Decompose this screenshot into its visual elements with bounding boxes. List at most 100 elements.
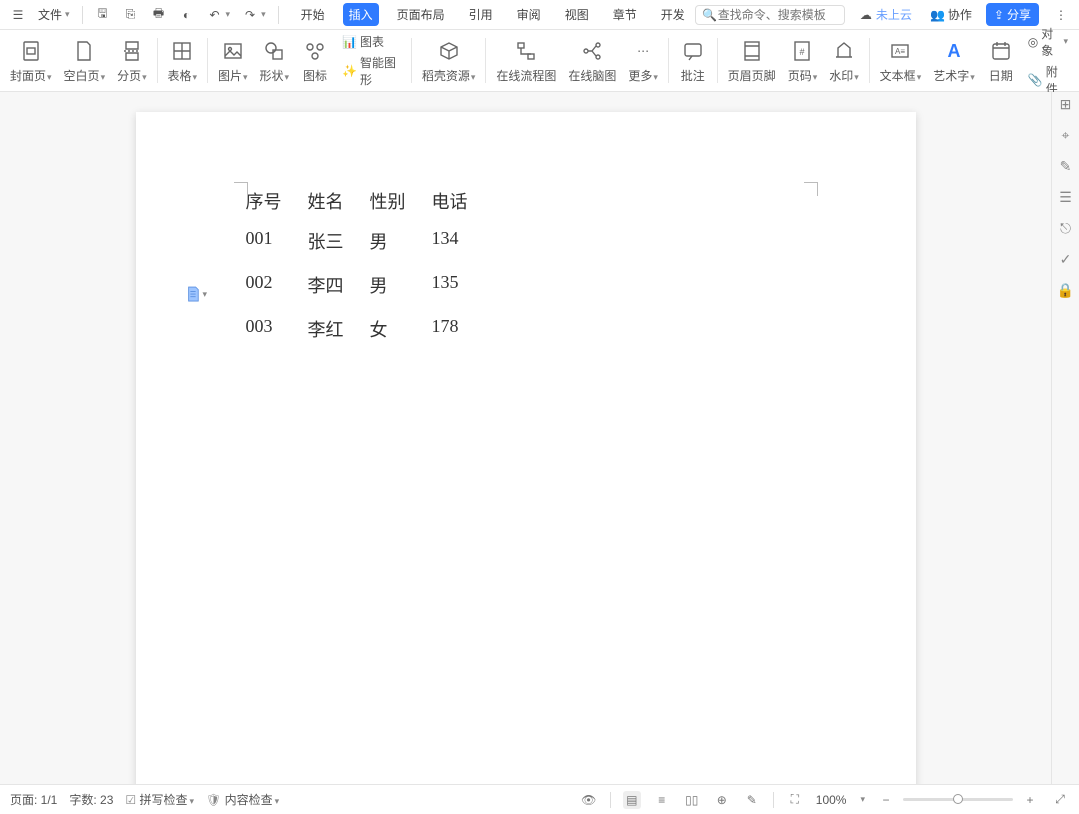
zoom-value[interactable]: 100% xyxy=(816,793,847,807)
redo-button[interactable]: ↷▾ xyxy=(238,5,270,25)
ribbon-insert: 封面页▾ 空白页▾ 分页▾ 表格▾ 图片▾ 形状▾ 图标 📊图表 ✨智能图形 稻… xyxy=(0,30,1079,92)
icon-button[interactable]: 图标 xyxy=(295,30,335,91)
tab-page-layout[interactable]: 页面布局 xyxy=(391,3,451,26)
table-header-row: 序号 姓名 性别 电话 xyxy=(246,188,806,214)
view-web-button[interactable]: ⊕ xyxy=(713,791,731,809)
tab-view[interactable]: 视图 xyxy=(559,3,595,26)
smartart-button[interactable]: ✨智能图形 xyxy=(340,53,402,89)
fullscreen-button[interactable]: ⤢ xyxy=(1051,791,1069,809)
table-row: 003 李红 女 178 xyxy=(246,316,806,342)
content-check-label: 内容检查 xyxy=(225,793,273,807)
document-content: 序号 姓名 性别 电话 001 张三 男 134 002 李四 男 135 xyxy=(246,188,806,342)
content-check-toggle[interactable]: 🛡 内容检查▾ xyxy=(206,791,279,808)
chart-button[interactable]: 📊图表 xyxy=(340,32,402,51)
collab-button[interactable]: 👥协作 xyxy=(926,4,976,25)
view-draft-button[interactable]: ✎ xyxy=(743,791,761,809)
resource-button[interactable]: 稻壳资源▾ xyxy=(416,30,482,91)
saveas-button[interactable]: ⎘ xyxy=(119,5,143,25)
side-tool-style[interactable]: ✎ xyxy=(1060,158,1072,175)
share-label: 分享 xyxy=(1007,6,1031,23)
command-search[interactable]: 🔍 xyxy=(695,5,845,25)
wordart-button[interactable]: A 艺术字▾ xyxy=(927,30,981,91)
document-icon xyxy=(186,286,200,302)
mindmap-button[interactable]: 在线脑图 xyxy=(562,30,622,91)
header-seq: 序号 xyxy=(246,188,292,214)
shape-button[interactable]: 形状▾ xyxy=(254,30,296,91)
comment-icon xyxy=(679,37,707,65)
collab-icon: 👥 xyxy=(930,7,946,23)
watermark-button[interactable]: 水印▾ xyxy=(823,30,865,91)
page-indicator[interactable]: 页面: 1/1 xyxy=(10,791,57,808)
cover-page-icon xyxy=(17,37,45,65)
side-tool-limit[interactable]: ⎋ xyxy=(1060,220,1071,237)
cover-page-button[interactable]: 封面页▾ xyxy=(4,30,58,91)
top-toolbar: ☰ 文件▾ 🖫 ⎘ 🖶 ◐ ↶▾ ↷▾ 开始 插入 页面布局 引用 审阅 视图 … xyxy=(0,0,1079,30)
zoom-out-button[interactable]: − xyxy=(877,791,895,809)
view-outline-button[interactable]: ≡ xyxy=(653,791,671,809)
picture-button[interactable]: 图片▾ xyxy=(212,30,254,91)
paragraph-layout-tag[interactable]: ▾ xyxy=(186,286,208,302)
document-page[interactable]: ▾ 序号 姓名 性别 电话 001 张三 男 134 002 李四 xyxy=(136,112,916,784)
pagenumber-button[interactable]: # 页码▾ xyxy=(782,30,824,91)
cloud-icon: ☁ xyxy=(858,7,874,23)
comment-button[interactable]: 批注 xyxy=(673,30,713,91)
hamburger-menu[interactable]: ☰ xyxy=(6,5,30,25)
tab-references[interactable]: 引用 xyxy=(463,3,499,26)
shape-icon xyxy=(260,37,288,65)
document-canvas[interactable]: ▾ 序号 姓名 性别 电话 001 张三 男 134 002 李四 xyxy=(0,92,1051,784)
divider xyxy=(668,38,669,83)
view-reading-button[interactable]: ▯▯ xyxy=(683,791,701,809)
side-tool-check[interactable]: ✓ xyxy=(1060,251,1072,268)
cloud-label: 未上云 xyxy=(876,6,912,23)
table-button[interactable]: 表格▾ xyxy=(162,30,204,91)
object-button[interactable]: ◎对象▾ xyxy=(1026,24,1070,60)
object-label: 对象 xyxy=(1041,25,1059,59)
ribbon-tabs: 开始 插入 页面布局 引用 审阅 视图 章节 开发 xyxy=(295,3,691,26)
tab-start[interactable]: 开始 xyxy=(295,3,331,26)
zoom-slider[interactable]: − + xyxy=(877,791,1039,809)
headerfooter-button[interactable]: 页眉页脚 xyxy=(722,30,782,91)
tab-section[interactable]: 章节 xyxy=(607,3,643,26)
flowchart-button[interactable]: 在线流程图 xyxy=(490,30,562,91)
side-tool-nav[interactable]: ☰ xyxy=(1059,189,1072,206)
tab-review[interactable]: 审阅 xyxy=(511,3,547,26)
view-page-button[interactable]: ▤ xyxy=(623,791,641,809)
tab-developer[interactable]: 开发 xyxy=(655,3,691,26)
picture-label: 图片 xyxy=(218,69,242,83)
zoom-in-button[interactable]: + xyxy=(1021,791,1039,809)
table-row: 001 张三 男 134 xyxy=(246,228,806,254)
fit-width-button[interactable]: ⛶ xyxy=(786,791,804,809)
word-count[interactable]: 字数: 23 xyxy=(69,791,113,808)
divider xyxy=(157,38,158,83)
share-button[interactable]: ⇪分享 xyxy=(986,3,1039,26)
print-preview-button[interactable]: ◐ xyxy=(175,5,199,25)
cell-seq: 001 xyxy=(246,228,292,254)
print-button[interactable]: 🖶 xyxy=(147,5,171,25)
side-tool-select[interactable]: ⌖ xyxy=(1062,127,1070,144)
file-menu[interactable]: 文件▾ xyxy=(34,4,74,25)
blank-page-label: 空白页 xyxy=(64,69,100,83)
cloud-status[interactable]: ☁未上云 xyxy=(854,4,916,25)
side-toolbar: ⊞ ⌖ ✎ ☰ ⎋ ✓ 🔒 xyxy=(1051,92,1079,784)
undo-button[interactable]: ↶▾ xyxy=(203,5,235,25)
more-insert-button[interactable]: ⋯ 更多▾ xyxy=(622,30,664,91)
side-tool-lock[interactable]: 🔒 xyxy=(1057,282,1074,299)
more-menu[interactable]: ⋮ xyxy=(1049,5,1073,25)
blank-page-button[interactable]: 空白页▾ xyxy=(58,30,112,91)
svg-text:A≡: A≡ xyxy=(895,47,905,56)
collab-label: 协作 xyxy=(948,6,972,23)
tab-insert[interactable]: 插入 xyxy=(343,3,379,26)
save-button[interactable]: 🖫 xyxy=(91,5,115,25)
icon-gallery-label: 图标 xyxy=(303,69,327,83)
side-tool-settings[interactable]: ⊞ xyxy=(1060,96,1072,113)
date-button[interactable]: 日期 xyxy=(981,30,1021,91)
zoom-thumb[interactable] xyxy=(953,794,963,804)
search-input[interactable] xyxy=(718,8,828,22)
textbox-button[interactable]: A≡ 文本框▾ xyxy=(874,30,928,91)
spellcheck-toggle[interactable]: ☑ 拼写检查▾ xyxy=(125,791,194,808)
cover-page-label: 封面页 xyxy=(10,69,46,83)
headerfooter-icon xyxy=(738,37,766,65)
page-break-button[interactable]: 分页▾ xyxy=(111,30,153,91)
zoom-track[interactable] xyxy=(903,798,1013,801)
eye-mode-button[interactable]: 👁 xyxy=(580,791,598,809)
